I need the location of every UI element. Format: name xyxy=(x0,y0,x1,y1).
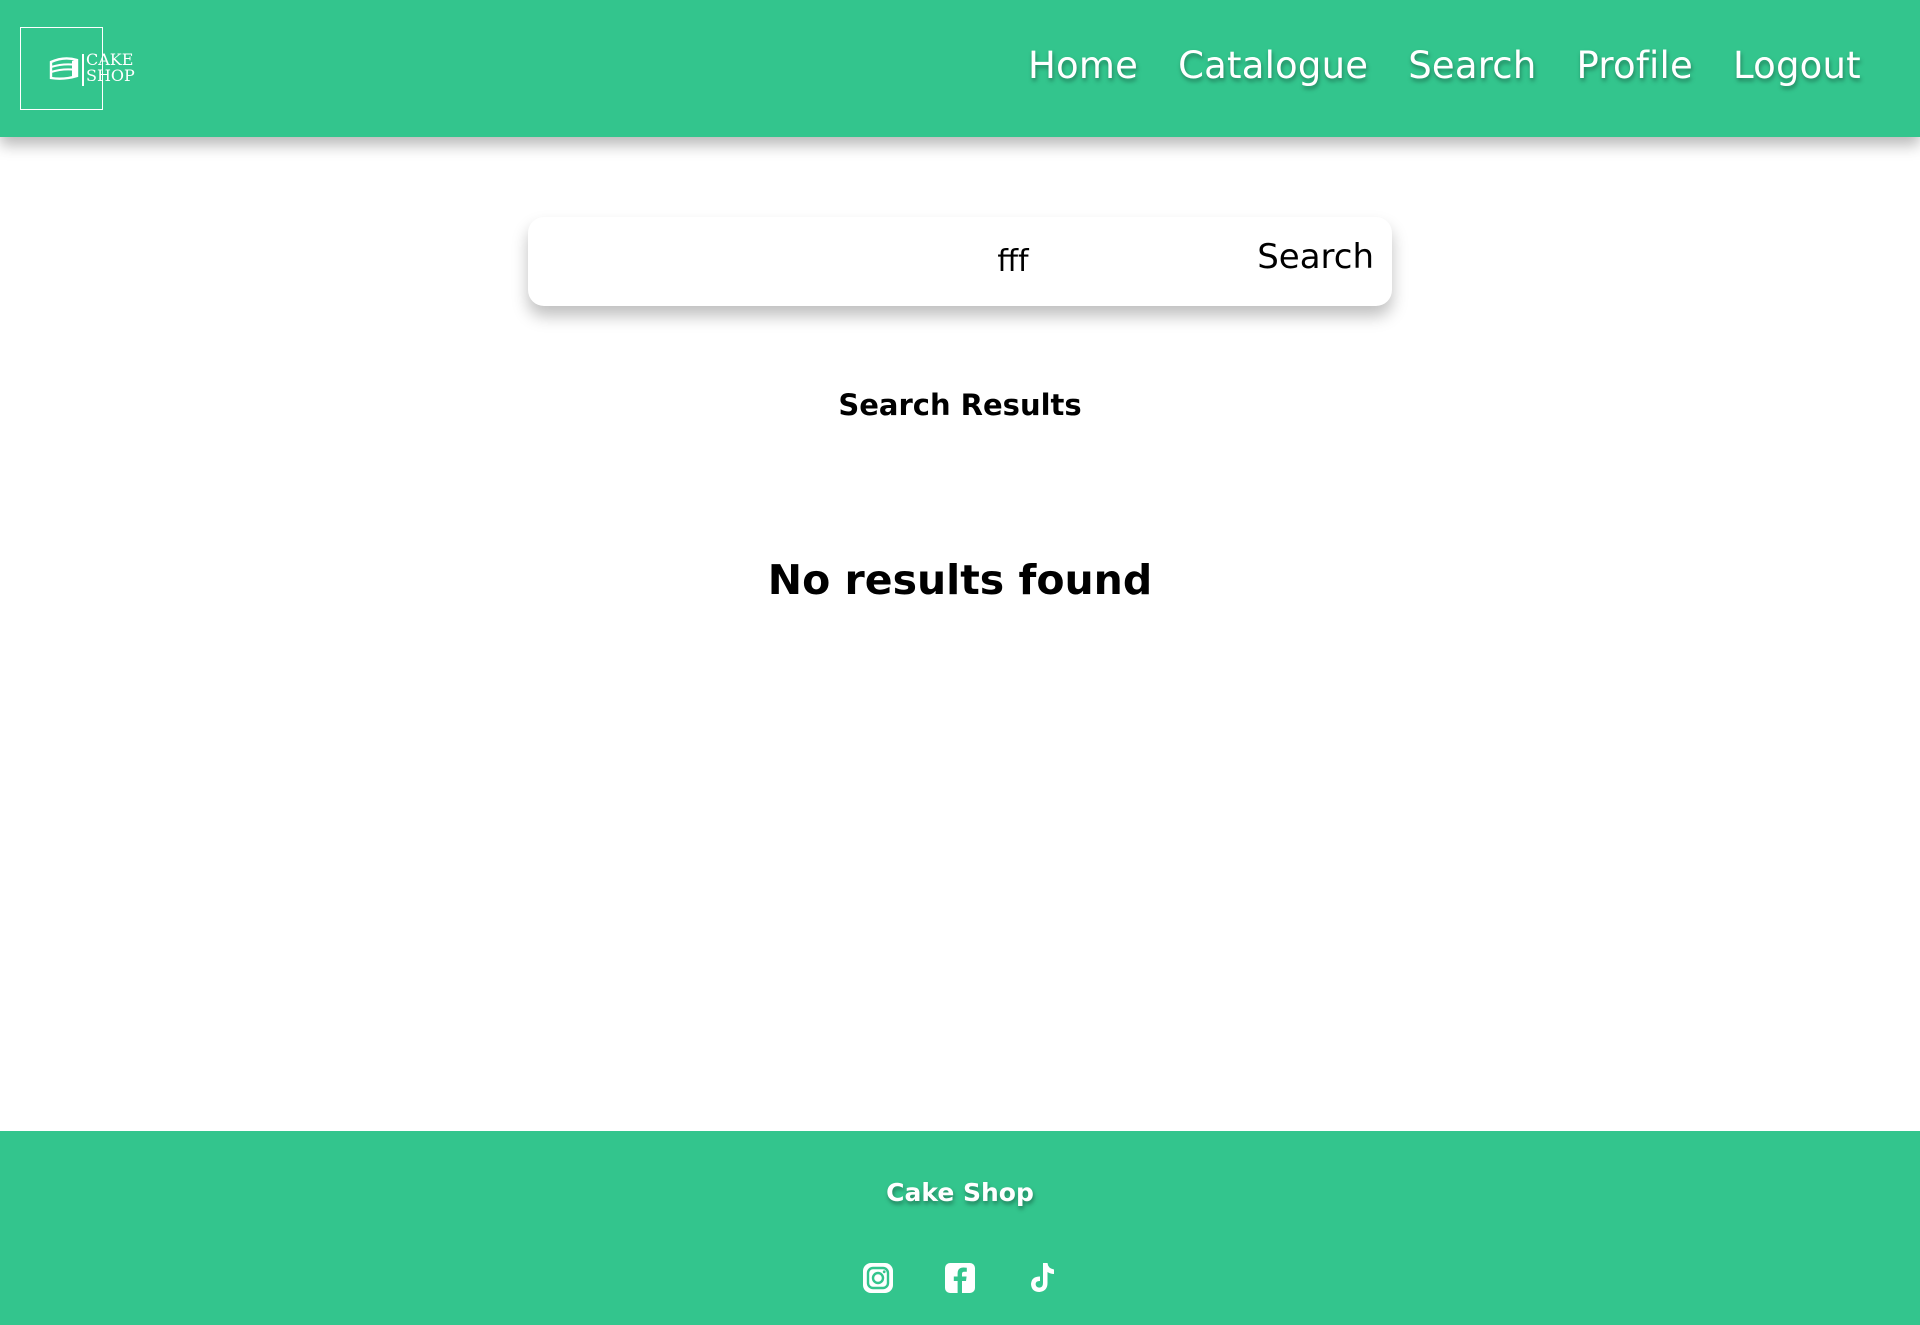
search-input[interactable] xyxy=(528,217,1248,306)
logo-wordmark: CAKE SHOP xyxy=(86,52,135,84)
main-nav: Home Catalogue Search Profile Logout xyxy=(1028,44,1901,87)
nav-logout[interactable]: Logout xyxy=(1733,44,1861,87)
tiktok-icon[interactable] xyxy=(1024,1260,1060,1296)
instagram-icon[interactable] xyxy=(860,1260,896,1296)
logo[interactable]: CAKE SHOP xyxy=(20,27,143,110)
nav-search[interactable]: Search xyxy=(1408,44,1536,87)
no-results-message: No results found xyxy=(767,556,1153,604)
footer-title: Cake Shop xyxy=(886,1178,1034,1207)
logo-line-2: SHOP xyxy=(86,66,135,85)
search-button[interactable]: Search xyxy=(1257,237,1374,277)
nav-catalogue[interactable]: Catalogue xyxy=(1178,44,1368,87)
logo-divider xyxy=(82,54,84,86)
site-footer: Cake Shop xyxy=(0,1131,1920,1325)
page: CAKE SHOP Home Catalogue Search Profile … xyxy=(0,0,1920,1325)
search-bar: Search xyxy=(528,217,1392,306)
facebook-icon[interactable] xyxy=(942,1260,978,1296)
nav-home[interactable]: Home xyxy=(1028,44,1138,87)
social-links xyxy=(860,1260,1060,1296)
nav-profile[interactable]: Profile xyxy=(1577,44,1693,87)
cake-icon xyxy=(49,57,79,80)
site-header: CAKE SHOP Home Catalogue Search Profile … xyxy=(0,0,1920,137)
search-results-heading: Search Results xyxy=(838,388,1082,422)
